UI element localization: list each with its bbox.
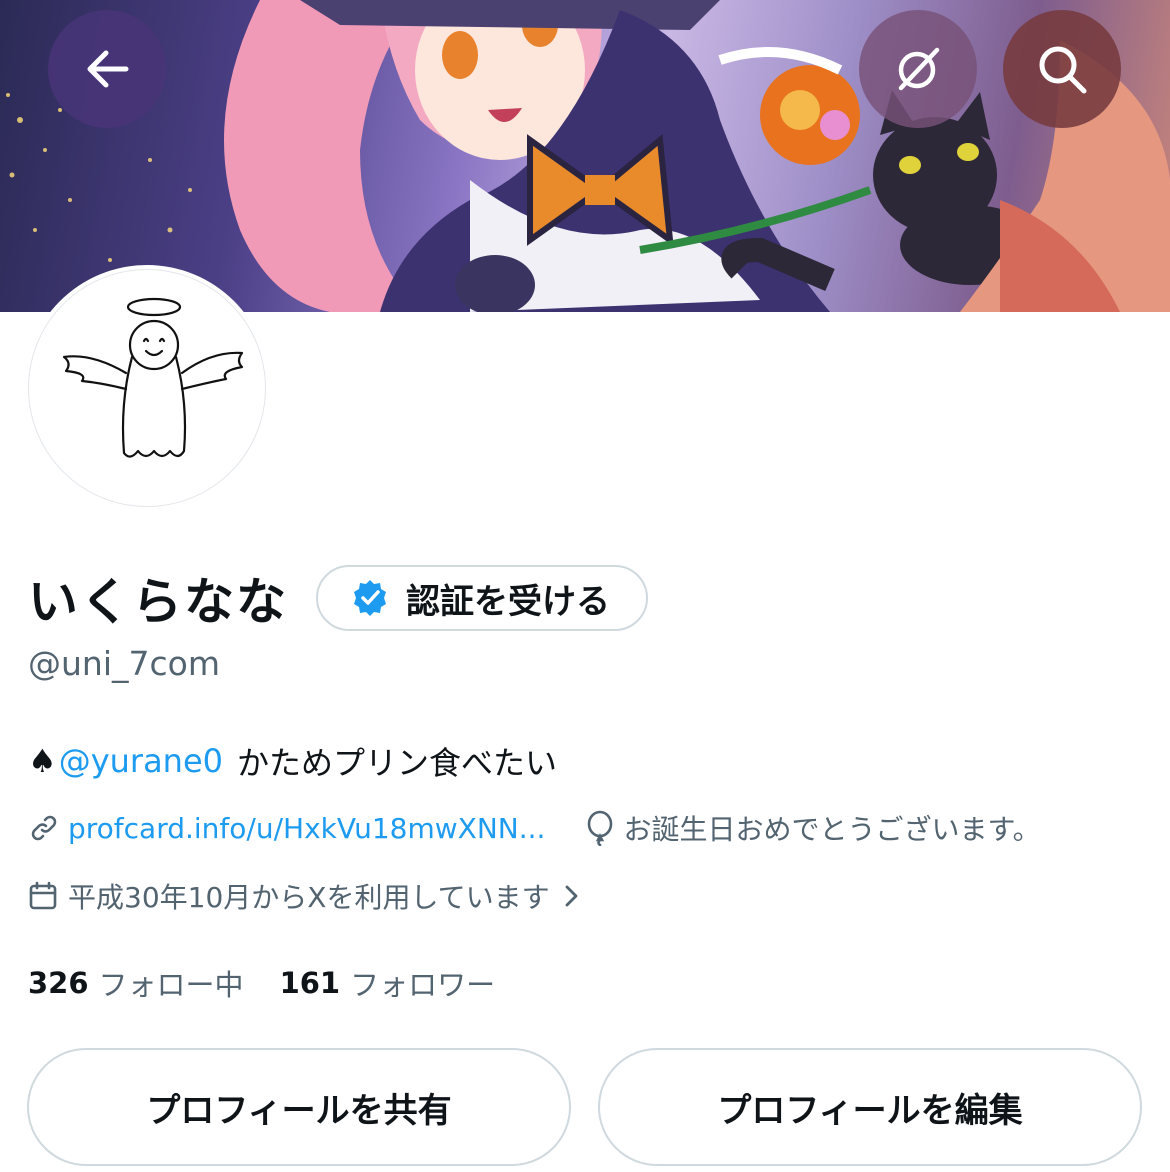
website-item[interactable]: profcard.info/u/HxkVu18mwXNN... [28, 812, 545, 845]
angel-ghost-drawing [62, 297, 244, 458]
grok-button[interactable] [859, 10, 977, 128]
chevron-right-icon [565, 885, 578, 907]
followers-label: フォロワー [350, 968, 496, 1002]
following-count: 326 [28, 966, 89, 1000]
arrow-left-icon [87, 50, 129, 88]
name-row: いくらなな 認証を受ける [28, 562, 648, 634]
display-name: いくらなな [28, 573, 288, 631]
calendar-icon [29, 881, 57, 910]
bio-spade: ♠ [28, 742, 57, 780]
back-button[interactable] [48, 10, 166, 128]
get-verified-button[interactable]: 認証を受ける [316, 565, 648, 631]
username-handle: @uni_7com [28, 644, 220, 683]
verified-badge-icon [354, 580, 386, 616]
location-item: お誕生日おめでとうございます。 [585, 808, 1041, 848]
profile-meta-row: profcard.info/u/HxkVu18mwXNN... お誕生日おめでと… [28, 808, 1041, 848]
link-icon [31, 815, 57, 841]
profile-banner[interactable] [0, 0, 1170, 312]
share-profile-button[interactable]: プロフィールを共有 [27, 1048, 571, 1166]
followers-link[interactable]: 161 フォロワー [280, 962, 496, 1004]
location-text: お誕生日おめでとうございます。 [623, 813, 1041, 846]
avatar[interactable] [24, 265, 270, 511]
edit-profile-button[interactable]: プロフィールを編集 [598, 1048, 1142, 1166]
grok-icon [898, 47, 940, 91]
banner-illustration [6, 0, 1170, 312]
search-icon [1039, 46, 1087, 94]
bio-text: かためプリン食べたい [237, 744, 558, 782]
follow-stats: 326 フォロー中 161 フォロワー [28, 962, 495, 1004]
website-link[interactable]: profcard.info/u/HxkVu18mwXNN... [68, 812, 545, 845]
balloon-icon [588, 810, 613, 846]
followers-count: 161 [279, 966, 341, 1000]
following-link[interactable]: 326 フォロー中 [28, 962, 244, 1004]
avatar-image [28, 269, 266, 507]
bio: ♠ @yurane0 かためプリン食べたい [28, 738, 557, 784]
joined-date-text: 平成30年10月からXを利用しています [68, 881, 550, 914]
bio-mention-link[interactable]: @yurane0 [59, 742, 223, 780]
following-label: フォロー中 [98, 968, 244, 1002]
get-verified-label: 認証を受ける [406, 581, 610, 622]
search-button[interactable] [1003, 10, 1121, 128]
joined-date-row[interactable]: 平成30年10月からXを利用しています [28, 876, 580, 916]
